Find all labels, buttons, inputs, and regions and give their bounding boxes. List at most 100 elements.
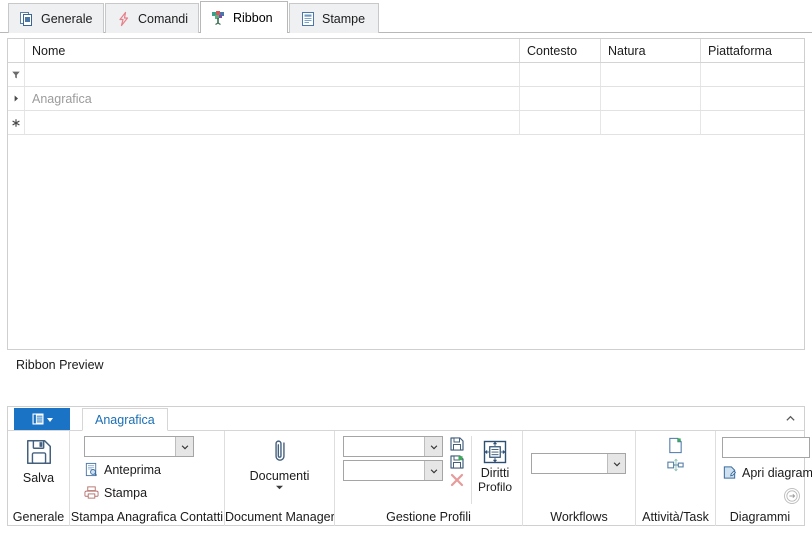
new-row-asterisk-icon[interactable] [8,111,25,134]
documents-icon [19,11,35,27]
tab-generale-label: Generale [41,11,93,26]
ribbon-group-diagrammi: Apri diagramma Diagrammi [716,431,812,526]
chevron-down-icon[interactable] [175,437,193,456]
salva-button[interactable]: Salva [8,431,69,485]
stampa-report-combo-value [85,437,175,456]
ribbon-group-gestione-profili-title: Gestione Profili [386,510,471,524]
diritti-profilo-button[interactable]: Diritti Profilo [478,436,512,494]
task-link-icon[interactable] [666,458,685,472]
grid-column-natura[interactable]: Natura [601,39,701,62]
arrow-right-circle-icon[interactable] [784,488,800,504]
salva-button-label: Salva [22,471,55,485]
grid-column-natura-label: Natura [608,43,646,58]
filter-cell-nome[interactable] [25,63,520,86]
ribbon-group-workflows: Workflows [523,431,636,526]
documenti-button[interactable]: Documenti [225,431,334,491]
tab-generale[interactable]: Generale [8,3,104,33]
ribbon-tab-anagrafica[interactable]: Anagrafica [82,408,168,431]
profili-combos [343,436,443,481]
filter-cell-natura[interactable] [601,63,701,86]
grid-empty-area [8,135,804,325]
grid-filter-row[interactable] [8,63,804,87]
profilo-combo-2[interactable] [343,460,443,481]
ribbon-group-stampa-title: Stampa Anagrafica Contatti [70,510,224,524]
grid-new-row[interactable] [8,111,804,135]
menu-list-icon [31,412,45,426]
tab-comandi[interactable]: Comandi [105,3,199,33]
row-cell-piattaforma[interactable] [701,87,804,110]
ribbon-group-document-manager: Documenti Document Manager [225,431,335,526]
ribbon-groups: Salva Generale Anteprima Stampa Stampa A… [8,431,812,526]
anteprima-button[interactable]: Anteprima [84,459,161,480]
grid-column-contesto[interactable]: Contesto [520,39,601,62]
stampa-button[interactable]: Stampa [84,482,147,503]
diagramma-textbox[interactable] [722,437,810,458]
new-task-page-icon[interactable] [667,437,684,454]
new-row-cell-contesto[interactable] [520,111,601,134]
ribbon-group-generale: Salva Generale [8,431,70,526]
file-menu-button[interactable] [14,408,70,430]
chevron-down-icon[interactable] [424,437,442,456]
diritti-profilo-label-1: Diritti [480,466,510,480]
tab-ribbon-label: Ribbon [233,10,273,25]
main-tabstrip: Generale Comandi Ribbon Stampe [0,0,812,33]
documenti-button-label: Documenti [249,469,310,483]
ribbon-group-diagrammi-title: Diagrammi [729,510,791,524]
ribbon-group-workflows-content [523,431,635,508]
row-cell-nome[interactable]: Anagrafica [25,87,520,110]
filter-cell-piattaforma[interactable] [701,63,804,86]
chevron-down-icon[interactable] [424,461,442,480]
ribbon-group-documenti-content: Documenti [225,431,334,508]
delete-profile-icon[interactable] [449,472,465,488]
tab-stampe-label: Stampe [322,11,366,26]
ribbon-group-attivita-task: Attività/Task [636,431,716,526]
grid-header-indicator-cell [8,39,25,62]
workflow-combo[interactable] [531,453,626,474]
ribbon-tab-anagrafica-label: Anagrafica [95,412,155,427]
dropdown-caret-icon[interactable] [274,484,285,491]
grid-column-piattaforma[interactable]: Piattaforma [701,39,804,62]
ribbon-designer-window: Generale Comandi Ribbon Stampe Nome Cont… [0,0,812,533]
stampa-report-combo[interactable] [84,436,194,457]
row-cell-contesto[interactable] [520,87,601,110]
save-profile-icon[interactable] [449,436,465,452]
new-row-cell-piattaforma[interactable] [701,111,804,134]
ribbon-definitions-grid[interactable]: Nome Contesto Natura Piattaforma Anagraf… [7,38,805,350]
chevron-up-icon[interactable] [783,411,797,425]
profili-icon-buttons [449,436,472,504]
table-row[interactable]: Anagrafica [8,87,804,111]
profilo-combo-2-value [344,461,424,480]
ribbon-preview-label: Ribbon Preview [16,358,104,372]
filter-cell-contesto[interactable] [520,63,601,86]
profilo-combo-1[interactable] [343,436,443,457]
grid-column-nome[interactable]: Nome [25,39,520,62]
tab-ribbon[interactable]: Ribbon [200,1,288,33]
filter-icon[interactable] [8,63,25,86]
ribbon-group-attivita-task-title: Attività/Task [642,510,709,524]
open-diagram-icon [722,465,737,480]
chevron-down-icon[interactable] [607,454,625,473]
row-cell-natura[interactable] [601,87,701,110]
ribbon-group-workflows-title: Workflows [550,510,608,524]
ribbon-group-stampa-anagrafica-contatti: Anteprima Stampa Stampa Anagrafica Conta… [70,431,225,526]
new-row-cell-nome[interactable] [25,111,520,134]
ribbon-group-generale-title: Generale [12,510,65,524]
ribbon-group-generale-content: Salva [8,431,69,508]
grid-column-piattaforma-label: Piattaforma [708,43,772,58]
tab-stampe[interactable]: Stampe [289,3,379,33]
profilo-combo-1-value [344,437,424,456]
grid-header-row: Nome Contesto Natura Piattaforma [8,39,804,63]
anteprima-button-label: Anteprima [104,462,161,477]
grid-column-contesto-label: Contesto [527,43,578,58]
save-new-profile-icon[interactable] [449,454,465,470]
ribbon-preview-control: Anagrafica Salva Generale Anteprima Stam… [7,406,812,526]
diritti-profilo-label-2: Profilo [478,480,513,494]
new-row-cell-natura[interactable] [601,111,701,134]
grid-column-nome-label: Nome [32,43,66,58]
save-floppy-icon [24,437,54,467]
apri-diagramma-button[interactable]: Apri diagramma [722,462,812,483]
printer-icon [84,485,99,500]
apri-diagramma-button-label: Apri diagramma [742,465,812,480]
tab-comandi-label: Comandi [138,11,189,26]
ribbon-group-document-manager-title: Document Manager [225,510,334,524]
